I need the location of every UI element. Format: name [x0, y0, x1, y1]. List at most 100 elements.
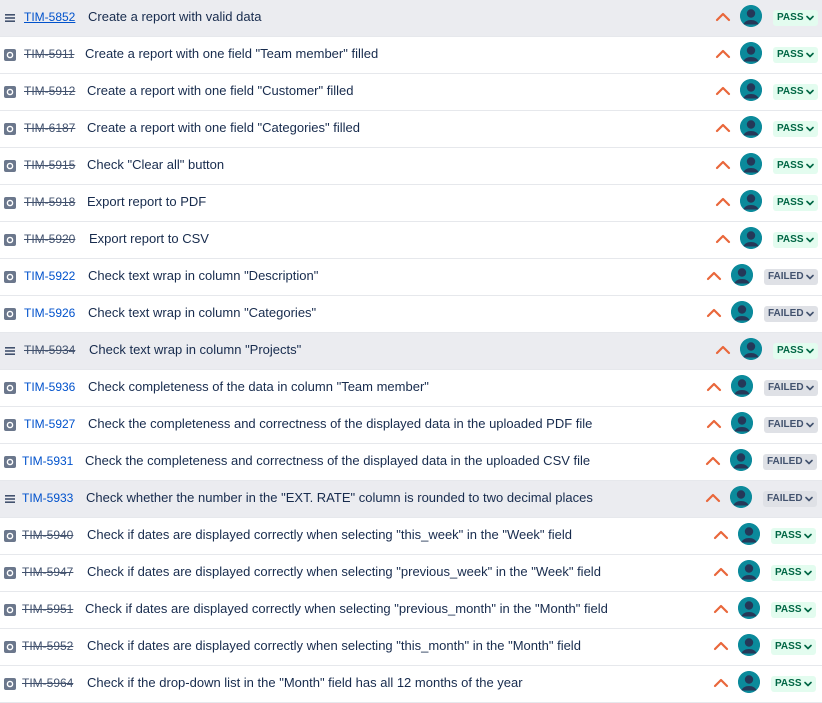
status-dropdown[interactable]: PASS — [771, 565, 816, 581]
status-dropdown[interactable]: PASS — [771, 676, 816, 692]
issue-row[interactable]: TIM-5915 Check "Clear all" button PASS — [0, 148, 822, 185]
issue-row[interactable]: TIM-5911 Create a report with one field "… — [0, 37, 822, 74]
assignee-avatar[interactable] — [738, 597, 760, 619]
issue-summary[interactable]: Create a report with valid data — [88, 9, 261, 24]
status-dropdown[interactable]: FAILED — [764, 269, 818, 285]
issue-row[interactable]: TIM-5951 Check if dates are displayed cor… — [0, 592, 822, 629]
assignee-avatar[interactable] — [740, 5, 762, 27]
issue-row[interactable]: TIM-5952 Check if dates are displayed cor… — [0, 629, 822, 666]
test-icon — [4, 86, 16, 98]
assignee-avatar[interactable] — [731, 301, 753, 323]
issue-row[interactable]: TIM-5926 Check text wrap in column "Categ… — [0, 296, 822, 333]
issue-key-link[interactable]: TIM-5952 — [22, 639, 73, 653]
status-dropdown[interactable]: PASS — [773, 158, 818, 174]
status-dropdown[interactable]: PASS — [771, 639, 816, 655]
status-dropdown[interactable]: FAILED — [764, 417, 818, 433]
issue-key-link[interactable]: TIM-5927 — [24, 417, 75, 431]
status-dropdown[interactable]: PASS — [773, 195, 818, 211]
issue-row[interactable]: TIM-5912 Create a report with one field "… — [0, 74, 822, 111]
assignee-avatar[interactable] — [738, 634, 760, 656]
issue-summary[interactable]: Check text wrap in column "Projects" — [89, 342, 301, 357]
status-dropdown[interactable]: PASS — [773, 84, 818, 100]
issue-row[interactable]: TIM-5947 Check if dates are displayed cor… — [0, 555, 822, 592]
issue-row[interactable]: TIM-5922 Check text wrap in column "Descr… — [0, 259, 822, 296]
issue-summary[interactable]: Export report to CSV — [89, 231, 209, 246]
assignee-avatar[interactable] — [731, 264, 753, 286]
issue-summary[interactable]: Check if dates are displayed correctly w… — [87, 638, 581, 653]
assignee-avatar[interactable] — [740, 79, 762, 101]
issue-key-link[interactable]: TIM-5931 — [22, 454, 73, 468]
status-dropdown[interactable]: PASS — [773, 47, 818, 63]
status-dropdown[interactable]: FAILED — [764, 380, 818, 396]
issue-row[interactable]: TIM-5920 Export report to CSV PASS — [0, 222, 822, 259]
assignee-avatar[interactable] — [738, 560, 760, 582]
status-dropdown[interactable]: PASS — [773, 10, 818, 26]
issue-key-link[interactable]: TIM-5918 — [24, 195, 75, 209]
assignee-avatar[interactable] — [738, 671, 760, 693]
issue-key-link[interactable]: TIM-5915 — [24, 158, 75, 172]
issue-row[interactable]: TIM-5918 Export report to PDF PASS — [0, 185, 822, 222]
issue-key-link[interactable]: TIM-5920 — [24, 232, 75, 246]
status-label: PASS — [777, 345, 804, 356]
assignee-avatar[interactable] — [738, 523, 760, 545]
issue-summary[interactable]: Create a report with one field "Customer… — [87, 83, 353, 98]
status-dropdown[interactable]: PASS — [771, 528, 816, 544]
issue-row[interactable]: TIM-5940 Check if dates are displayed cor… — [0, 518, 822, 555]
issue-row[interactable]: TIM-6187 Create a report with one field "… — [0, 111, 822, 148]
issue-row[interactable]: TIM-5931 Check the completeness and corre… — [0, 444, 822, 481]
issue-key-link[interactable]: TIM-5922 — [24, 269, 75, 283]
status-dropdown[interactable]: PASS — [771, 602, 816, 618]
issue-summary[interactable]: Check "Clear all" button — [87, 157, 224, 172]
assignee-avatar[interactable] — [740, 153, 762, 175]
issue-summary[interactable]: Check the completeness and correctness o… — [88, 416, 592, 431]
issue-summary[interactable]: Export report to PDF — [87, 194, 206, 209]
issue-row[interactable]: TIM-5936 Check completeness of the data i… — [0, 370, 822, 407]
status-dropdown[interactable]: FAILED — [764, 306, 818, 322]
issue-row[interactable]: TIM-5852 Create a report with valid data P… — [0, 0, 822, 37]
issue-row[interactable]: TIM-5933 Check whether the number in the … — [0, 481, 822, 518]
issue-key-link[interactable]: TIM-5926 — [24, 306, 75, 320]
issue-key-link[interactable]: TIM-5911 — [24, 47, 74, 61]
issue-row[interactable]: TIM-5934 Check text wrap in column "Proje… — [0, 333, 822, 370]
issue-summary[interactable]: Check if dates are displayed correctly w… — [87, 527, 572, 542]
assignee-avatar[interactable] — [740, 338, 762, 360]
status-dropdown[interactable]: FAILED — [763, 491, 817, 507]
test-icon — [4, 530, 16, 542]
issue-row[interactable]: TIM-5927 Check the completeness and corre… — [0, 407, 822, 444]
issue-summary[interactable]: Check if the drop-down list in the "Mont… — [87, 675, 523, 690]
assignee-avatar[interactable] — [731, 412, 753, 434]
assignee-avatar[interactable] — [740, 227, 762, 249]
assignee-avatar[interactable] — [740, 190, 762, 212]
issue-key-link[interactable]: TIM-5852 — [24, 10, 75, 24]
assignee-avatar[interactable] — [730, 486, 752, 508]
issue-key-link[interactable]: TIM-5933 — [22, 491, 73, 505]
issue-summary[interactable]: Create a report with one field "Team mem… — [85, 46, 378, 61]
issue-key-link[interactable]: TIM-5964 — [22, 676, 73, 690]
issue-summary[interactable]: Check whether the number in the "EXT. RA… — [86, 490, 593, 505]
issue-key-link[interactable]: TIM-6187 — [24, 121, 75, 135]
status-dropdown[interactable]: PASS — [773, 232, 818, 248]
assignee-avatar[interactable] — [740, 116, 762, 138]
assignee-avatar[interactable] — [740, 42, 762, 64]
issue-summary[interactable]: Check if dates are displayed correctly w… — [87, 564, 601, 579]
issue-summary[interactable]: Create a report with one field "Categori… — [87, 120, 360, 135]
issue-key-link[interactable]: TIM-5951 — [22, 602, 73, 616]
assignee-avatar[interactable] — [731, 375, 753, 397]
issue-row[interactable]: TIM-5964 Check if the drop-down list in t… — [0, 666, 822, 703]
issue-key-link[interactable]: TIM-5912 — [24, 84, 75, 98]
chevron-down-icon — [805, 14, 814, 22]
issue-summary[interactable]: Check if dates are displayed correctly w… — [85, 601, 608, 616]
assignee-avatar[interactable] — [730, 449, 752, 471]
issue-summary[interactable]: Check text wrap in column "Description" — [88, 268, 318, 283]
issue-key-link[interactable]: TIM-5940 — [22, 528, 73, 542]
issue-key-link[interactable]: TIM-5947 — [22, 565, 73, 579]
priority-high-icon — [715, 47, 731, 61]
status-dropdown[interactable]: FAILED — [763, 454, 817, 470]
status-dropdown[interactable]: PASS — [773, 121, 818, 137]
issue-summary[interactable]: Check completeness of the data in column… — [88, 379, 429, 394]
status-dropdown[interactable]: PASS — [773, 343, 818, 359]
issue-summary[interactable]: Check text wrap in column "Categories" — [88, 305, 316, 320]
issue-key-link[interactable]: TIM-5936 — [24, 380, 75, 394]
issue-key-link[interactable]: TIM-5934 — [24, 343, 75, 357]
issue-summary[interactable]: Check the completeness and correctness o… — [85, 453, 590, 468]
